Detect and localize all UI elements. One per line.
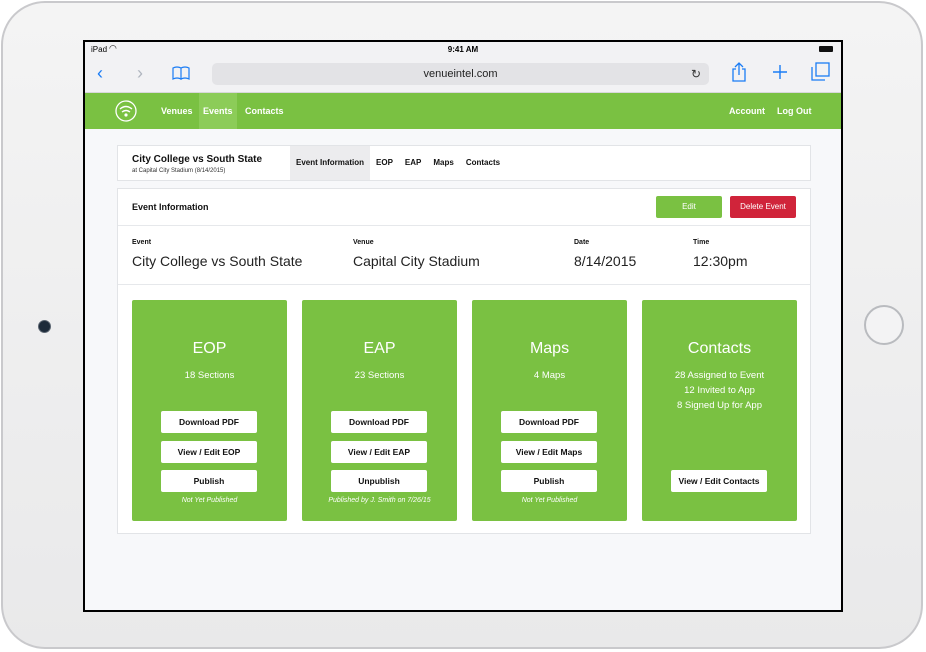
card-stats: 28 Assigned to Event 12 Invited to App 8… bbox=[642, 368, 797, 413]
card-stat: 23 Sections bbox=[354, 370, 405, 381]
event-title: City College vs South State bbox=[132, 154, 263, 165]
screen: iPad ◠ 9:41 AM ‹ › venueintel.com ↻ Venu… bbox=[83, 40, 843, 612]
event-info-panel: Event Information Edit Delete Event Even… bbox=[117, 188, 811, 534]
card-title: Contacts bbox=[687, 340, 752, 357]
status-bar: iPad ◠ 9:41 AM bbox=[85, 42, 841, 56]
publish-button[interactable]: Publish bbox=[501, 470, 597, 492]
tab-contacts[interactable]: Contacts bbox=[460, 146, 506, 180]
field-label: Venue bbox=[353, 239, 374, 246]
field-value: City College vs South State bbox=[132, 253, 303, 269]
field-value: 12:30pm bbox=[693, 253, 748, 269]
app-nav-bar: Venues Events Contacts Account Log Out bbox=[85, 93, 841, 129]
field-value: 8/14/2015 bbox=[574, 253, 637, 269]
forward-icon[interactable]: › bbox=[137, 64, 143, 82]
download-pdf-button[interactable]: Download PDF bbox=[501, 411, 597, 433]
field-value: Capital City Stadium bbox=[353, 253, 480, 269]
publish-status: Not Yet Published bbox=[521, 497, 578, 504]
tab-eap[interactable]: EAP bbox=[399, 146, 427, 180]
screen-content: iPad ◠ 9:41 AM ‹ › venueintel.com ↻ Venu… bbox=[85, 42, 841, 610]
camera-icon bbox=[38, 320, 51, 333]
event-tabs: Event Information EOP EAP Maps Contacts bbox=[290, 146, 506, 180]
view-edit-eap-button[interactable]: View / Edit EAP bbox=[331, 441, 427, 463]
field-time: Time 12:30pm bbox=[693, 239, 747, 269]
add-tab-icon[interactable] bbox=[772, 64, 788, 85]
download-pdf-button[interactable]: Download PDF bbox=[161, 411, 257, 433]
card-title: EOP bbox=[192, 340, 227, 357]
field-label: Event bbox=[132, 239, 152, 246]
home-button[interactable] bbox=[864, 305, 904, 345]
card-stat: 28 Assigned to Event bbox=[674, 370, 765, 381]
eop-card: EOP 18 Sections Download PDF View / Edit… bbox=[132, 300, 287, 521]
view-edit-eop-button[interactable]: View / Edit EOP bbox=[161, 441, 257, 463]
clock: 9:41 AM bbox=[447, 45, 479, 54]
view-edit-maps-button[interactable]: View / Edit Maps bbox=[501, 441, 597, 463]
download-pdf-button[interactable]: Download PDF bbox=[331, 411, 427, 433]
bookmarks-icon[interactable] bbox=[172, 66, 190, 80]
card-stat: 18 Sections bbox=[184, 370, 235, 381]
event-header: City College vs South State at Capital C… bbox=[117, 145, 811, 181]
nav-contacts[interactable]: Contacts bbox=[241, 93, 288, 129]
card-stat: 8 Signed Up for App bbox=[676, 400, 763, 411]
tab-maps[interactable]: Maps bbox=[427, 146, 459, 180]
nav-venues[interactable]: Venues bbox=[157, 93, 197, 129]
tab-event-information[interactable]: Event Information bbox=[290, 146, 371, 180]
card-stat: 12 Invited to App bbox=[684, 385, 755, 396]
edit-button[interactable]: Edit bbox=[656, 196, 722, 218]
card-title: Maps bbox=[529, 340, 570, 357]
back-icon[interactable]: ‹ bbox=[97, 64, 103, 82]
nav-account[interactable]: Account bbox=[725, 93, 769, 129]
address-bar[interactable]: venueintel.com ↻ bbox=[212, 63, 709, 85]
event-info-header: Event Information Edit Delete Event bbox=[118, 189, 810, 226]
url-text: venueintel.com bbox=[423, 68, 498, 80]
share-icon[interactable] bbox=[731, 62, 747, 87]
reload-icon[interactable]: ↻ bbox=[691, 63, 701, 85]
nav-log-out[interactable]: Log Out bbox=[773, 93, 816, 129]
eap-card: EAP 23 Sections Download PDF View / Edit… bbox=[302, 300, 457, 521]
event-info-heading: Event Information bbox=[132, 202, 209, 212]
card-stat: 4 Maps bbox=[533, 370, 566, 381]
card-title: EAP bbox=[363, 340, 396, 357]
browser-toolbar: ‹ › venueintel.com ↻ bbox=[85, 56, 841, 93]
maps-card: Maps 4 Maps Download PDF View / Edit Map… bbox=[472, 300, 627, 521]
unpublish-button[interactable]: Unpublish bbox=[331, 470, 427, 492]
publish-status: Not Yet Published bbox=[181, 497, 238, 504]
field-event: Event City College vs South State bbox=[132, 239, 302, 269]
delete-event-button[interactable]: Delete Event bbox=[730, 196, 796, 218]
field-venue: Venue Capital City Stadium bbox=[353, 239, 480, 269]
tabs-icon[interactable] bbox=[811, 62, 830, 86]
brand-logo-icon[interactable] bbox=[115, 100, 137, 122]
divider bbox=[118, 284, 810, 285]
publish-button[interactable]: Publish bbox=[161, 470, 257, 492]
nav-events[interactable]: Events bbox=[199, 93, 237, 129]
field-date: Date 8/14/2015 bbox=[574, 239, 636, 269]
view-edit-contacts-button[interactable]: View / Edit Contacts bbox=[671, 470, 767, 492]
tab-eop[interactable]: EOP bbox=[370, 146, 399, 180]
contacts-card: Contacts 28 Assigned to Event 12 Invited… bbox=[642, 300, 797, 521]
field-label: Time bbox=[693, 239, 710, 246]
publish-status: Published by J. Smith on 7/26/15 bbox=[328, 497, 431, 504]
event-subtitle: at Capital City Stadium (8/14/2015) bbox=[132, 168, 226, 174]
field-label: Date bbox=[574, 239, 590, 246]
battery-icon bbox=[819, 46, 833, 52]
